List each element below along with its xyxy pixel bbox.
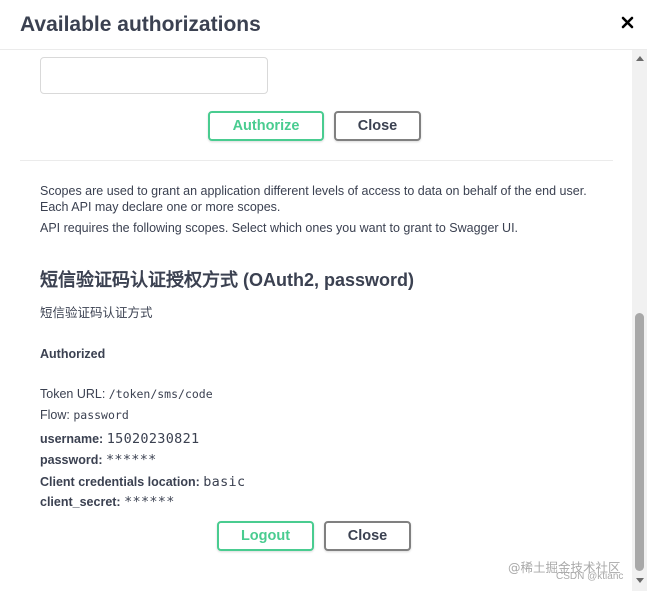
auth-scheme-title: 短信验证码认证授权方式 (OAuth2, password)	[40, 270, 415, 290]
authorizations-modal: Available authorizations Authorize Close…	[0, 0, 647, 591]
close-icon[interactable]	[617, 11, 639, 35]
modal-header: Available authorizations	[0, 0, 647, 50]
close-button[interactable]: Close	[334, 111, 421, 141]
client-location-label: Client credentials location:	[40, 475, 200, 489]
flow-label: Flow:	[40, 408, 70, 422]
client-secret-input[interactable]	[40, 57, 268, 94]
scrollbar-thumb[interactable]	[635, 313, 644, 571]
authorized-label: Authorized	[40, 347, 106, 361]
watermark-csdn: CSDN @ktianc	[556, 571, 624, 582]
vertical-scrollbar[interactable]	[632, 50, 647, 591]
token-url-row: Token URL: /token/sms/code	[40, 387, 213, 401]
auth-scheme-description: 短信验证码认证方式	[40, 306, 153, 320]
client-location-row: Client credentials location: basic	[40, 474, 245, 490]
modal-title: Available authorizations	[20, 13, 261, 36]
scroll-down-arrow-icon[interactable]	[636, 578, 644, 583]
username-row: username: 15020230821	[40, 431, 199, 447]
authorize-button[interactable]: Authorize	[208, 111, 324, 141]
token-url-value: /token/sms/code	[108, 387, 213, 401]
client-location-value: basic	[203, 474, 246, 490]
token-url-label: Token URL:	[40, 387, 106, 401]
scopes-description: Scopes are used to grant an application …	[40, 184, 587, 214]
section-divider	[20, 160, 613, 161]
flow-row: Flow: password	[40, 408, 129, 422]
username-value: 15020230821	[106, 431, 200, 447]
password-value: ******	[106, 452, 157, 468]
client-secret-value: ******	[124, 494, 175, 510]
scroll-up-arrow-icon[interactable]	[636, 56, 644, 61]
password-label: password:	[40, 453, 103, 467]
modal-scroll-content: Authorize Close Scopes are used to grant…	[0, 50, 632, 591]
logout-button[interactable]: Logout	[217, 521, 314, 551]
password-row: password: ******	[40, 452, 157, 468]
scopes-requirement: API requires the following scopes. Selec…	[40, 221, 519, 235]
client-secret-row: client_secret: ******	[40, 494, 175, 510]
flow-value: password	[73, 408, 129, 422]
client-secret-label: client_secret:	[40, 495, 121, 509]
close-button-secondary[interactable]: Close	[324, 521, 411, 551]
username-label: username:	[40, 432, 104, 446]
